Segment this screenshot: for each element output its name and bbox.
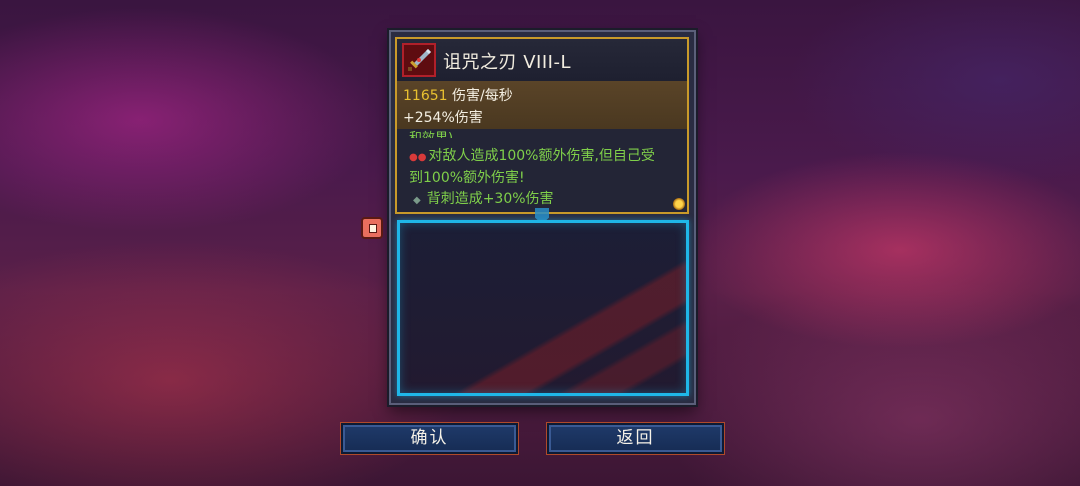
- item-tooltip: 诅咒之刃 VIII-L 11651 伤害/每秒 +254%伤害 和效果) ●●对…: [395, 37, 689, 214]
- dps-value: 11651: [403, 88, 448, 104]
- item-name: 诅咒之刃 VIII-L: [443, 52, 571, 73]
- item-stats: 11651 伤害/每秒 +254%伤害: [397, 81, 687, 129]
- item-description: 和效果) ●●对敌人造成100%额外伤害,但自己受 到100%额外伤害! ◆ 背刺…: [397, 129, 687, 212]
- cursed-blade-icon: [402, 43, 436, 77]
- gold-gem-corner-icon: [673, 198, 685, 210]
- curse-effect-line: ●● 对敌人造成100%额外伤害,但自己受: [409, 145, 655, 165]
- diamond-bullet-icon: ◆: [413, 195, 421, 206]
- dps-line: 11651 伤害/每秒: [403, 85, 513, 105]
- backstab-effect-line: ◆ 背刺造成+30%伤害: [413, 188, 554, 208]
- damage-bonus: +254%伤害: [403, 110, 483, 126]
- curse-effect-text: 对敌人造成100%额外伤害,但自己受: [428, 148, 655, 164]
- back-button[interactable]: 返回: [547, 423, 724, 454]
- character-head-icon[interactable]: [361, 217, 383, 239]
- curse-icon: ●●: [409, 152, 427, 163]
- tooltip-title-row: 诅咒之刃 VIII-L: [397, 39, 687, 81]
- dps-suffix: 伤害/每秒: [447, 88, 513, 104]
- curse-effect-continued: 到100%额外伤害!: [409, 170, 525, 186]
- desc-cut-line: 和效果): [409, 127, 453, 138]
- equip-slot-empty[interactable]: [397, 220, 689, 396]
- confirm-button[interactable]: 确认: [341, 423, 518, 454]
- backstab-effect-text: 背刺造成+30%伤害: [426, 191, 554, 207]
